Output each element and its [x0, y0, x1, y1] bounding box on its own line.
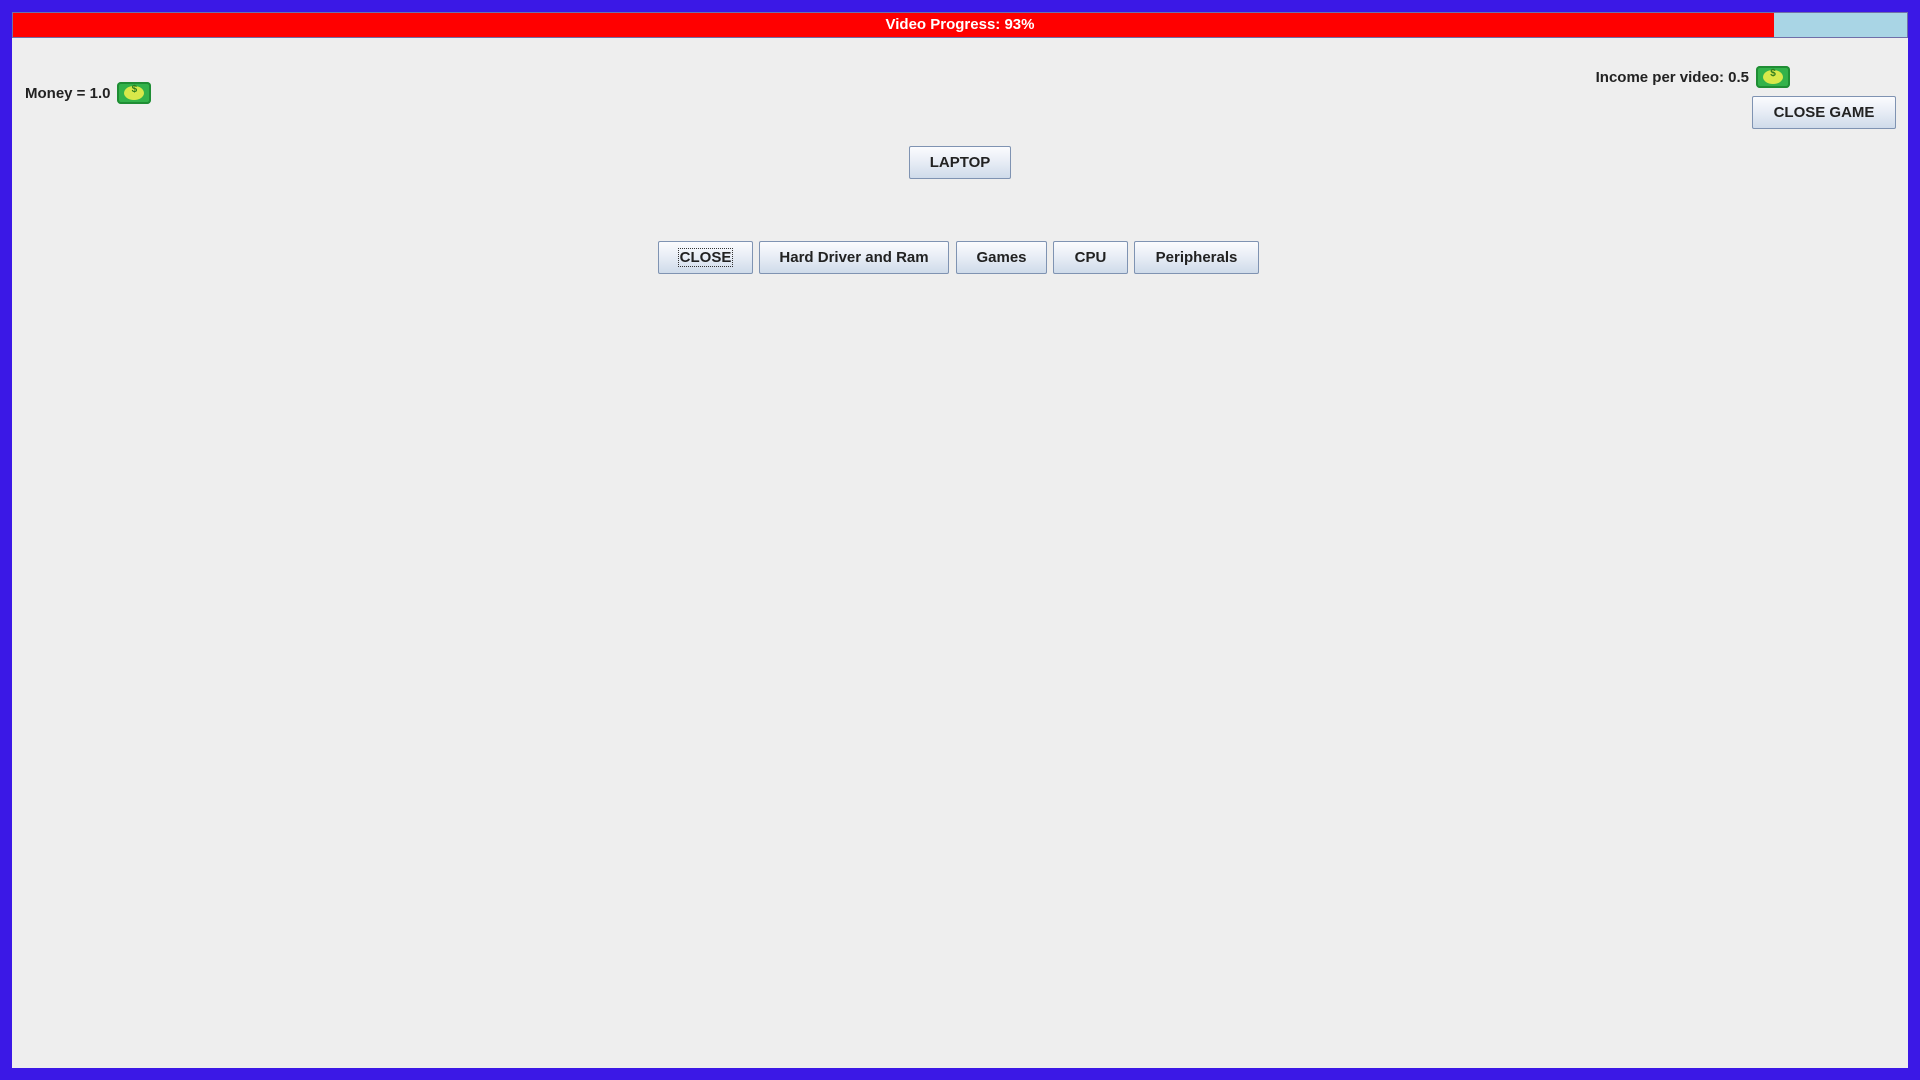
cash-icon — [117, 82, 152, 104]
hard-driver-and-ram-label: Hard Driver and Ram — [779, 249, 929, 266]
games-label: Games — [976, 249, 1027, 266]
money-label: Money = 1.0 — [25, 84, 111, 102]
close-game-button[interactable]: CLOSE GAME — [1752, 96, 1896, 129]
peripherals-button[interactable]: Peripherals — [1134, 241, 1259, 274]
close-game-label: CLOSE GAME — [1773, 104, 1875, 121]
video-progress-bar: Video Progress: 93% — [12, 12, 1908, 38]
close-menu-label: CLOSE — [677, 248, 734, 267]
cpu-label: CPU — [1074, 249, 1107, 266]
video-progress-label: Video Progress: 93% — [885, 16, 1035, 33]
close-menu-button[interactable]: CLOSE — [658, 241, 753, 274]
laptop-label: LAPTOP — [929, 154, 991, 171]
cash-icon — [1756, 66, 1790, 88]
money-display: Money = 1.0 — [25, 82, 152, 104]
peripherals-label: Peripherals — [1155, 249, 1238, 266]
cpu-button[interactable]: CPU — [1053, 241, 1128, 274]
income-label: Income per video: 0.5 — [1595, 68, 1749, 86]
laptop-button[interactable]: LAPTOP — [909, 146, 1011, 179]
games-button[interactable]: Games — [956, 241, 1047, 274]
income-display: Income per video: 0.5 — [1596, 66, 1790, 88]
hard-driver-and-ram-button[interactable]: Hard Driver and Ram — [759, 241, 949, 274]
